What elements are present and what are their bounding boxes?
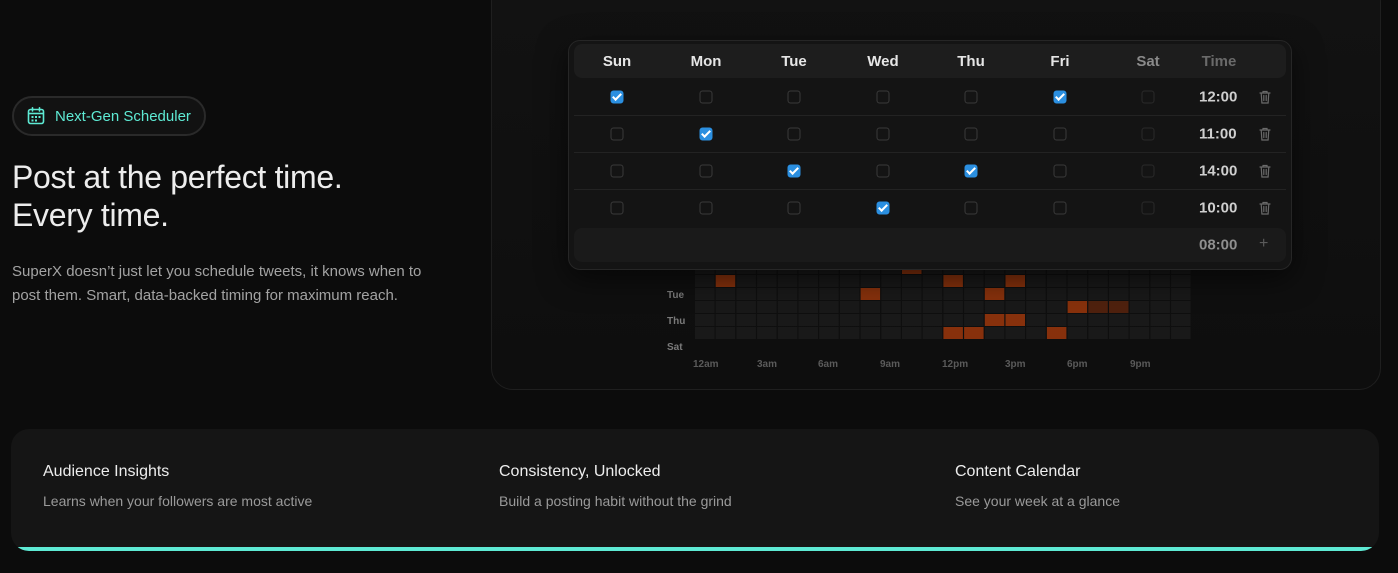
day-checkbox-mon[interactable] [699,164,713,178]
schedule-time: 14:00 [1199,162,1238,180]
day-checkbox-wed[interactable] [876,201,890,215]
day-checkbox-thu[interactable] [964,90,978,104]
accent-bar [11,547,1379,551]
day-checkbox-thu[interactable] [964,201,978,215]
add-time-button[interactable]: + [1259,235,1268,253]
column-header-sun: Sun [602,53,632,70]
feature-text: Learns when your followers are most acti… [43,493,313,509]
feature-content-calendar: Content Calendar See your week at a glan… [955,463,1120,509]
feature-text: Build a posting habit without the grind [499,493,732,509]
day-checkbox-wed[interactable] [876,164,890,178]
add-row-time: 08:00 [1199,236,1238,254]
day-checkbox-tue[interactable] [787,90,801,104]
headline-line-1: Post at the perfect time. [12,159,343,195]
headline-line-2: Every time. [12,197,169,233]
delete-time-icon[interactable] [1258,89,1272,105]
day-checkbox-sun[interactable] [610,90,624,104]
day-checkbox-tue[interactable] [787,127,801,141]
heatmap-hour-label: 6pm [1067,359,1088,370]
next-gen-scheduler-badge: Next-Gen Scheduler [12,96,206,136]
column-header-thu: Thu [957,53,985,70]
feature-title: Consistency, Unlocked [499,463,661,480]
heatmap-hour-label: 9pm [1130,359,1151,370]
feature-title: Content Calendar [955,463,1081,480]
engagement-heatmap [695,262,1191,339]
row-divider [574,115,1286,116]
hero-description: SuperX doesn’t just let you schedule twe… [12,263,422,304]
delete-time-icon[interactable] [1258,200,1272,216]
badge-label: Next-Gen Scheduler [55,107,191,125]
day-checkbox-fri[interactable] [1053,90,1067,104]
heatmap-day-label: Tue [667,290,685,301]
column-header-fri: Fri [1050,53,1070,70]
column-header-wed: Wed [867,53,899,70]
day-checkbox-mon[interactable] [699,127,713,141]
day-checkbox-sun[interactable] [610,127,624,141]
day-checkbox-fri[interactable] [1053,127,1067,141]
column-header-sat: Sat [1136,53,1160,70]
heatmap-day-label: Sat [667,342,683,353]
row-divider [574,189,1286,190]
calendar-icon [27,106,45,125]
row-divider [574,152,1286,153]
heatmap-day-label: Thu [667,316,686,327]
column-header-tue: Tue [781,53,807,70]
heatmap-hour-label: 3pm [1005,359,1026,370]
schedule-time: 12:00 [1199,88,1238,106]
day-checkbox-sun[interactable] [610,164,624,178]
feature-audience-insights: Audience Insights Learns when your follo… [43,463,312,509]
feature-text: See your week at a glance [955,493,1120,509]
feature-title: Audience Insights [43,463,170,480]
heatmap-hour-label: 6am [818,359,839,370]
day-checkbox-sat[interactable] [1141,201,1155,215]
delete-time-icon[interactable] [1258,163,1272,179]
day-checkbox-sun[interactable] [610,201,624,215]
add-time-row[interactable] [574,228,1286,262]
schedule-time: 10:00 [1199,199,1238,217]
column-header-time: Time [1201,53,1237,70]
day-checkbox-sat[interactable] [1141,164,1155,178]
delete-time-icon[interactable] [1258,126,1272,142]
heatmap-hour-label: 12am [693,359,719,370]
heatmap-hour-label: 9am [880,359,901,370]
day-checkbox-mon[interactable] [699,90,713,104]
heatmap-hour-label: 3am [757,359,778,370]
column-header-mon: Mon [690,53,722,70]
day-checkbox-mon[interactable] [699,201,713,215]
day-checkbox-wed[interactable] [876,127,890,141]
day-checkbox-tue[interactable] [787,201,801,215]
day-checkbox-fri[interactable] [1053,164,1067,178]
day-checkbox-thu[interactable] [964,164,978,178]
schedule-header [574,44,1286,78]
day-checkbox-sat[interactable] [1141,90,1155,104]
day-checkbox-thu[interactable] [964,127,978,141]
day-checkbox-wed[interactable] [876,90,890,104]
day-checkbox-sat[interactable] [1141,127,1155,141]
page-title: Post at the perfect time. Every time. [12,158,343,234]
features-strip: Audience Insights Learns when your follo… [11,429,1379,551]
day-checkbox-fri[interactable] [1053,201,1067,215]
heatmap-hour-label: 12pm [942,359,969,370]
schedule-time: 11:00 [1199,125,1237,143]
day-checkbox-tue[interactable] [787,164,801,178]
feature-consistency: Consistency, Unlocked Build a posting ha… [499,463,732,509]
